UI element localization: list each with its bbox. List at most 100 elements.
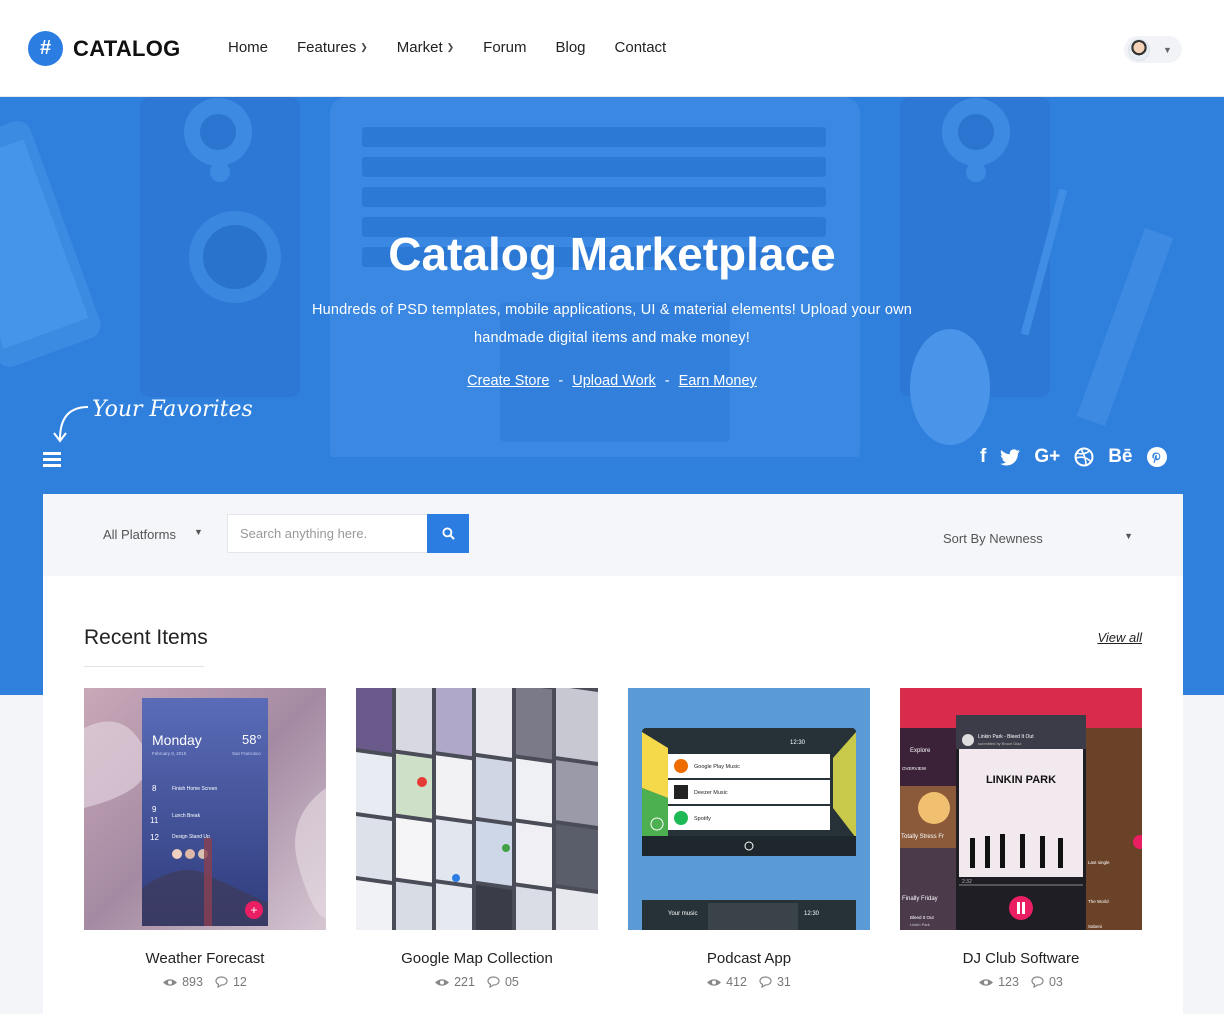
content-panel: Recent Items View all Monday February 8,…: [43, 576, 1183, 1014]
item-thumbnail[interactable]: Monday February 8, 2015 58° San Francisc…: [84, 688, 326, 930]
nav-contact[interactable]: Contact: [615, 39, 667, 56]
dribbble-icon[interactable]: [1074, 447, 1094, 467]
svg-text:Sabeni: Sabeni: [1088, 924, 1102, 929]
avatar: [1128, 38, 1150, 61]
caret-down-icon: ▼: [1163, 44, 1172, 55]
svg-text:Google Play Music: Google Play Music: [694, 764, 740, 770]
hero-links: Create Store - Upload Work - Earn Money: [0, 373, 1224, 389]
view-count: 893: [182, 975, 203, 989]
eye-icon: [435, 978, 450, 987]
sort-select[interactable]: Sort By Newness ▼: [943, 531, 1133, 546]
nav-blog-label: Blog: [555, 39, 586, 56]
chevron-down-icon: ❯: [360, 42, 368, 52]
svg-text:Linkin Park: Linkin Park: [910, 922, 930, 927]
svg-text:San Francisco: San Francisco: [232, 751, 261, 756]
hero-title: Catalog Marketplace: [388, 228, 836, 280]
svg-text:February 8, 2015: February 8, 2015: [152, 751, 187, 756]
nav-home[interactable]: Home: [228, 39, 268, 56]
search-input[interactable]: [227, 514, 427, 553]
nav-contact-label: Contact: [614, 39, 667, 56]
upload-work-link[interactable]: Upload Work: [572, 373, 656, 389]
svg-text:12:30: 12:30: [790, 740, 806, 746]
your-favorites-label: Your Favorites: [92, 397, 253, 422]
create-store-link[interactable]: Create Store: [467, 373, 549, 389]
svg-text:Finish Home Screen: Finish Home Screen: [172, 786, 218, 792]
view-count: 221: [454, 975, 475, 989]
item-title[interactable]: DJ Club Software: [900, 950, 1142, 967]
hamburger-menu-icon[interactable]: [43, 452, 61, 467]
svg-text:12:30: 12:30: [804, 911, 820, 917]
item-card[interactable]: Monday February 8, 2015 58° San Francisc…: [84, 688, 326, 989]
item-thumbnail[interactable]: 12:30 Google Play Music Deezer Music Spo…: [628, 688, 870, 930]
comment-icon: [487, 976, 500, 988]
nav-market[interactable]: Market ❯: [397, 39, 454, 56]
earn-money-link[interactable]: Earn Money: [679, 373, 757, 389]
logo-text: CATALOG: [73, 35, 181, 61]
comment-icon: [1031, 976, 1044, 988]
svg-text:11: 11: [150, 816, 159, 825]
platform-select[interactable]: All Platforms ▼: [103, 527, 203, 542]
item-title[interactable]: Weather Forecast: [84, 950, 326, 967]
caret-down-icon: ▼: [193, 527, 203, 537]
search-icon: [441, 527, 455, 540]
social-links: f G+ Bē: [980, 446, 1181, 468]
twitter-icon[interactable]: [1000, 448, 1021, 466]
svg-text:submitted by Bruce Diaz: submitted by Bruce Diaz: [978, 741, 1021, 746]
platform-select-value: All Platforms: [103, 527, 176, 542]
chevron-down-icon: ❯: [446, 42, 455, 52]
eye-icon: [707, 978, 722, 987]
comment-icon: [215, 976, 228, 988]
item-card[interactable]: Google Map Collection 221 05: [356, 688, 598, 989]
facebook-icon[interactable]: f: [980, 446, 986, 468]
eye-icon: [979, 978, 994, 987]
user-menu[interactable]: ▼: [1124, 36, 1182, 63]
item-stats: 123 03: [900, 975, 1142, 989]
svg-text:OVERVIEW: OVERVIEW: [902, 766, 927, 771]
svg-text:Totally Stress Fr: Totally Stress Fr: [901, 834, 944, 840]
comment-count: 05: [504, 975, 519, 989]
view-count: 123: [998, 975, 1019, 989]
nav-forum-label: Forum: [483, 39, 527, 56]
link-separator: -: [664, 373, 670, 389]
svg-text:Your music: Your music: [668, 911, 697, 917]
svg-text:+: +: [250, 903, 257, 917]
svg-text:8: 8: [152, 784, 157, 793]
section-title: Recent Items: [84, 626, 208, 649]
svg-text:Spotify: Spotify: [694, 816, 711, 822]
title-divider: [84, 666, 204, 667]
nav-features[interactable]: Features ❯: [297, 39, 368, 56]
item-stats: 412 31: [628, 975, 870, 989]
svg-text:The World: The World: [1088, 899, 1109, 904]
item-thumbnail[interactable]: Explore OVERVIEW Totally Stress Fr Final…: [900, 688, 1142, 930]
svg-text:12: 12: [150, 833, 159, 842]
nav-features-label: Features: [297, 39, 357, 56]
search-button[interactable]: [427, 514, 469, 553]
nav-market-label: Market: [396, 39, 443, 56]
behance-icon[interactable]: Bē: [1108, 446, 1132, 468]
sort-select-value: Sort By Newness: [943, 531, 1043, 546]
nav-forum[interactable]: Forum: [483, 39, 526, 56]
pinterest-icon[interactable]: [1146, 447, 1167, 467]
item-title[interactable]: Podcast App: [628, 950, 870, 967]
item-stats: 893 12: [84, 975, 326, 989]
view-all-link[interactable]: View all: [1097, 630, 1142, 645]
svg-text:Bleed It Out: Bleed It Out: [910, 915, 935, 920]
caret-down-icon: ▼: [1124, 531, 1133, 541]
comment-count: 31: [776, 975, 791, 989]
logo-mark: #: [28, 31, 63, 66]
svg-text:58°: 58°: [242, 732, 262, 747]
filter-bar: All Platforms ▼ Sort By Newness ▼: [43, 494, 1183, 576]
logo[interactable]: # CATALOG: [28, 31, 181, 66]
svg-text:Linkin Park - Bleed It Out: Linkin Park - Bleed It Out: [978, 734, 1034, 740]
eye-icon: [163, 978, 178, 987]
comment-count: 03: [1048, 975, 1063, 989]
item-card[interactable]: Explore OVERVIEW Totally Stress Fr Final…: [900, 688, 1142, 989]
item-thumbnail[interactable]: [356, 688, 598, 930]
google-plus-icon[interactable]: G+: [1034, 446, 1060, 468]
svg-text:Finally Friday: Finally Friday: [902, 896, 938, 902]
svg-text:Explore: Explore: [910, 748, 931, 754]
item-card[interactable]: 12:30 Google Play Music Deezer Music Spo…: [628, 688, 870, 989]
nav-blog[interactable]: Blog: [556, 39, 586, 56]
svg-text:Deezer Music: Deezer Music: [694, 790, 728, 796]
item-title[interactable]: Google Map Collection: [356, 950, 598, 967]
